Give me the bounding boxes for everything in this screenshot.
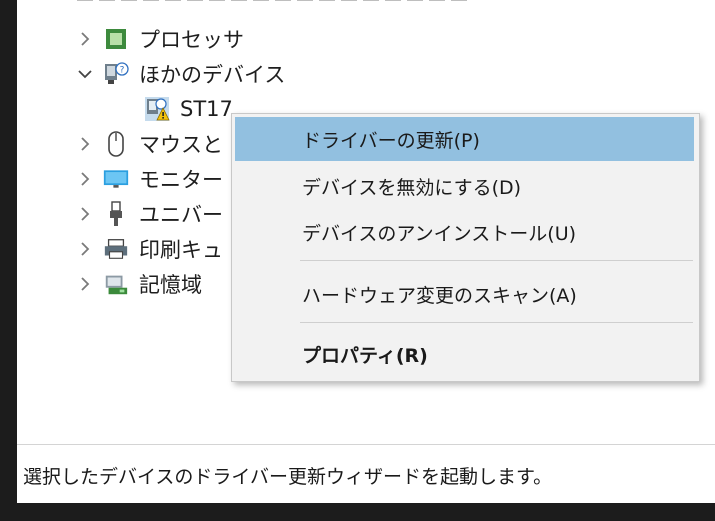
tree-item-st17[interactable]: ST17	[144, 91, 233, 127]
chevron-right-icon[interactable]	[77, 276, 93, 292]
menu-separator	[300, 260, 693, 261]
monitor-icon	[103, 166, 129, 192]
chevron-right-icon[interactable]	[77, 31, 93, 47]
tree-item-label: ほかのデバイス	[139, 63, 286, 87]
context-menu: ドライバーの更新(P) デバイスを無効にする(D) デバイスのアンインストール(…	[231, 113, 700, 382]
processor-icon	[103, 26, 129, 52]
printer-icon	[103, 236, 129, 262]
tree-item-label: プロセッサ	[139, 28, 244, 52]
mouse-icon	[103, 131, 129, 157]
menu-item-disable-device[interactable]: デバイスを無効にする(D)	[235, 164, 694, 208]
menu-item-uninstall-device[interactable]: デバイスのアンインストール(U)	[235, 210, 694, 254]
svg-text:?: ?	[120, 66, 125, 76]
tree-item-other-devices[interactable]: ? ほかのデバイス	[77, 56, 285, 92]
tree-item-print-queues[interactable]: 印刷キュ	[77, 231, 223, 267]
tree-item-mice[interactable]: マウスと	[77, 126, 223, 162]
usb-icon	[103, 201, 129, 227]
chevron-right-icon[interactable]	[77, 206, 93, 222]
tree-item-label: 印刷キュ	[139, 238, 223, 262]
menu-item-properties[interactable]: プロパティ(R)	[235, 332, 694, 376]
tree-item-storage[interactable]: 記憶域	[77, 266, 202, 302]
storage-icon	[103, 271, 129, 297]
tree-item-label: 記憶域	[139, 273, 202, 297]
tree-item-monitors[interactable]: モニター	[77, 161, 223, 197]
tree-item-label: マウスと	[139, 133, 223, 157]
status-text: 選択したデバイスのドライバー更新ウィザードを起動します。	[23, 466, 553, 488]
menu-item-update-driver[interactable]: ドライバーの更新(P)	[235, 117, 694, 161]
tree-item-label: モニター	[139, 168, 223, 192]
tree-item-processors[interactable]: プロセッサ	[77, 21, 244, 57]
tree-item-label: ST17	[180, 97, 233, 121]
status-bar: 選択したデバイスのドライバー更新ウィザードを起動します。	[17, 444, 715, 503]
menu-item-scan-hardware[interactable]: ハードウェア変更のスキャン(A)	[235, 272, 694, 316]
menu-separator	[300, 322, 693, 323]
chevron-right-icon[interactable]	[77, 171, 93, 187]
chevron-right-icon[interactable]	[77, 136, 93, 152]
tree-item-label: ユニバー	[139, 203, 223, 227]
chevron-down-icon[interactable]	[77, 66, 93, 82]
unknown-device-icon: ?	[103, 61, 129, 87]
warning-device-icon	[144, 96, 170, 122]
chevron-right-icon[interactable]	[77, 241, 93, 257]
tree-item-usb[interactable]: ユニバー	[77, 196, 223, 232]
